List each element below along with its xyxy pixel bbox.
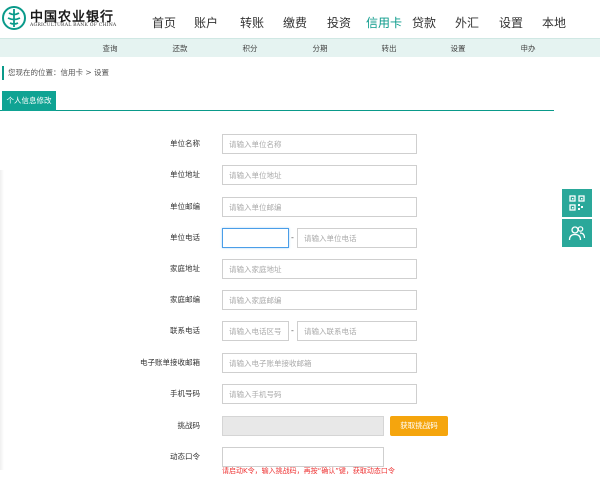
breadcrumb: 您现在的位置：信用卡 > 设置	[2, 66, 109, 80]
home-zip-input[interactable]	[222, 290, 417, 310]
nav-investment[interactable]: 投资	[320, 0, 358, 38]
abc-logo-icon	[2, 6, 26, 30]
home-address-input[interactable]	[222, 259, 417, 279]
nav-credit-card[interactable]: 信用卡	[362, 0, 406, 38]
qrcode-icon	[569, 195, 585, 211]
subnav-settings[interactable]: 设置	[451, 39, 466, 58]
form-row-company-zip: 单位邮编	[0, 197, 600, 217]
nav-payment[interactable]: 缴费	[276, 0, 314, 38]
form-row-otp: 动态口令	[0, 447, 600, 467]
nav-transfer[interactable]: 转账	[233, 0, 271, 38]
customer-service-button[interactable]	[562, 219, 592, 247]
nav-local[interactable]: 本地	[535, 0, 573, 38]
company-name-label: 单位名称	[170, 139, 200, 148]
form-row-home-address: 家庭地址	[0, 259, 600, 279]
contact-phone-input[interactable]	[297, 321, 417, 341]
bank-name-en: AGRICULTURAL BANK OF CHINA	[30, 23, 117, 28]
user-service-icon	[568, 226, 586, 241]
header: 中国农业银行 AGRICULTURAL BANK OF CHINA 首页 账户 …	[0, 0, 600, 38]
contact-phone-area-input[interactable]	[222, 321, 289, 341]
form-row-email: 电子账单接收邮箱	[0, 353, 600, 373]
bank-logo[interactable]: 中国农业银行 AGRICULTURAL BANK OF CHINA	[2, 5, 137, 33]
tab-bar: 个人信息修改	[0, 91, 554, 111]
tab-personal-info[interactable]: 个人信息修改	[2, 91, 56, 111]
challenge-label: 挑战码	[177, 421, 201, 430]
nav-loan[interactable]: 贷款	[405, 0, 443, 38]
nav-home[interactable]: 首页	[145, 0, 183, 38]
otp-input[interactable]	[222, 447, 384, 467]
subnav-repay[interactable]: 还款	[173, 39, 188, 58]
company-address-label: 单位地址	[170, 170, 200, 179]
subnav-apply[interactable]: 申办	[521, 39, 536, 58]
contact-phone-separator: -	[291, 326, 294, 335]
email-label: 电子账单接收邮箱	[140, 358, 200, 367]
qrcode-button[interactable]	[562, 189, 592, 217]
nav-forex[interactable]: 外汇	[448, 0, 486, 38]
challenge-code-input	[222, 416, 384, 436]
company-phone-label: 单位电话	[170, 233, 200, 242]
get-challenge-button[interactable]: 获取挑战码	[390, 416, 448, 436]
otp-hint: 请启动K令，输入挑战码，再按“确认”键，获取动态口令	[222, 467, 395, 475]
email-input[interactable]	[222, 353, 417, 373]
otp-label: 动态口令	[170, 452, 200, 461]
form-row-contact-phone: 联系电话 -	[0, 321, 600, 341]
subnav-query[interactable]: 查询	[103, 39, 118, 58]
nav-settings[interactable]: 设置	[492, 0, 530, 38]
company-zip-input[interactable]	[222, 197, 417, 217]
company-phone-area-input[interactable]	[222, 228, 289, 248]
contact-phone-label: 联系电话	[170, 326, 200, 335]
company-address-input[interactable]	[222, 165, 417, 185]
subnav-installment[interactable]: 分期	[313, 39, 328, 58]
mobile-input[interactable]	[222, 384, 417, 404]
company-phone-separator: -	[291, 233, 294, 242]
form-row-company-phone: 单位电话 -	[0, 228, 600, 248]
form-row-challenge: 挑战码 获取挑战码	[0, 416, 600, 436]
mobile-label: 手机号码	[170, 389, 200, 398]
company-phone-input[interactable]	[297, 228, 417, 248]
subnav-points[interactable]: 积分	[243, 39, 258, 58]
form-row-mobile: 手机号码	[0, 384, 600, 404]
form-row-company-address: 单位地址	[0, 165, 600, 185]
form-row-company-name: 单位名称	[0, 134, 600, 154]
home-zip-label: 家庭邮编	[170, 295, 200, 304]
company-zip-label: 单位邮编	[170, 202, 200, 211]
home-address-label: 家庭地址	[170, 264, 200, 273]
form-row-home-zip: 家庭邮编	[0, 290, 600, 310]
sub-nav: 查询 还款 积分 分期 转出 设置 申办	[0, 38, 600, 57]
company-name-input[interactable]	[222, 134, 417, 154]
subnav-transfer-out[interactable]: 转出	[382, 39, 397, 58]
nav-account[interactable]: 账户	[187, 0, 225, 38]
side-float-bar	[562, 189, 592, 247]
